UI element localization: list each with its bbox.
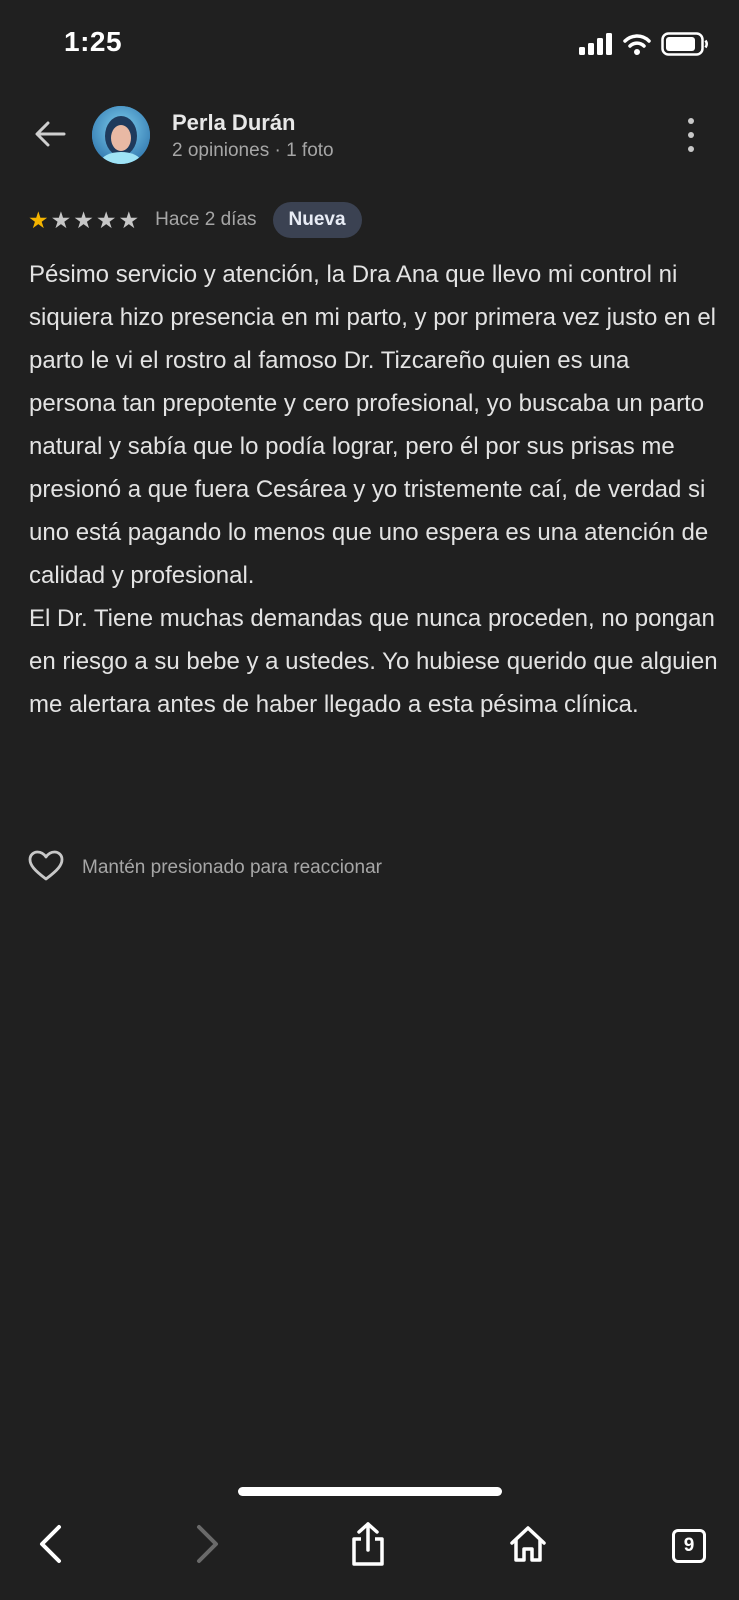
rating-row: ★ ★ ★ ★ ★ Hace 2 días Nueva bbox=[28, 200, 362, 240]
forward-nav-button[interactable] bbox=[184, 1522, 232, 1570]
status-icons bbox=[579, 32, 709, 61]
review-date: Hace 2 días bbox=[155, 209, 257, 230]
share-icon bbox=[349, 1521, 387, 1571]
user-meta: 2 opiniones · 1 foto bbox=[172, 140, 334, 161]
review-text: Pésimo servicio y atención, la Dra Ana q… bbox=[29, 261, 718, 718]
star-empty-icon: ★ bbox=[73, 206, 94, 233]
avatar-image bbox=[92, 106, 150, 164]
more-vertical-icon-dot bbox=[688, 132, 694, 138]
battery-icon bbox=[661, 32, 709, 61]
back-button[interactable] bbox=[30, 116, 70, 156]
wifi-icon bbox=[623, 33, 651, 60]
chevron-right-icon bbox=[195, 1524, 221, 1569]
star-empty-icon: ★ bbox=[50, 206, 72, 233]
review-header: Perla Durán 2 opiniones · 1 foto bbox=[0, 100, 739, 180]
chevron-left-icon bbox=[37, 1524, 63, 1569]
home-indicator[interactable] bbox=[238, 1487, 502, 1496]
back-nav-button[interactable] bbox=[26, 1522, 74, 1570]
reaction-label: Mantén presionado para reaccionar bbox=[82, 857, 382, 878]
reaction-button[interactable]: Mantén presionado para reaccionar bbox=[28, 848, 382, 888]
star-empty-icon: ★ bbox=[95, 206, 117, 233]
more-options-button[interactable] bbox=[681, 118, 701, 152]
user-name[interactable]: Perla Durán bbox=[172, 110, 296, 136]
status-time: 1:25 bbox=[64, 26, 123, 57]
signal-icon bbox=[579, 33, 613, 60]
avatar[interactable] bbox=[92, 106, 150, 164]
home-icon bbox=[509, 1525, 547, 1568]
home-button[interactable] bbox=[504, 1522, 552, 1570]
screen: 1:25 Perla Durán 2 opiniones · 1 foto ★ … bbox=[0, 0, 739, 1600]
new-badge: Nueva bbox=[272, 202, 362, 238]
tabs-icon: 9 bbox=[672, 1529, 706, 1563]
star-filled-icon: ★ bbox=[28, 206, 49, 233]
star-rating: ★ ★ ★ ★ ★ bbox=[28, 206, 140, 233]
status-bar: 1:25 bbox=[0, 0, 739, 90]
share-button[interactable] bbox=[344, 1521, 392, 1571]
bottom-toolbar: 9 bbox=[0, 1450, 739, 1600]
star-empty-icon: ★ bbox=[118, 206, 140, 233]
arrow-left-icon bbox=[34, 120, 66, 153]
more-vertical-icon-dot bbox=[688, 146, 694, 152]
tabs-button[interactable]: 9 bbox=[665, 1522, 713, 1570]
heart-outline-icon bbox=[28, 850, 64, 887]
more-vertical-icon-dot bbox=[688, 118, 694, 124]
